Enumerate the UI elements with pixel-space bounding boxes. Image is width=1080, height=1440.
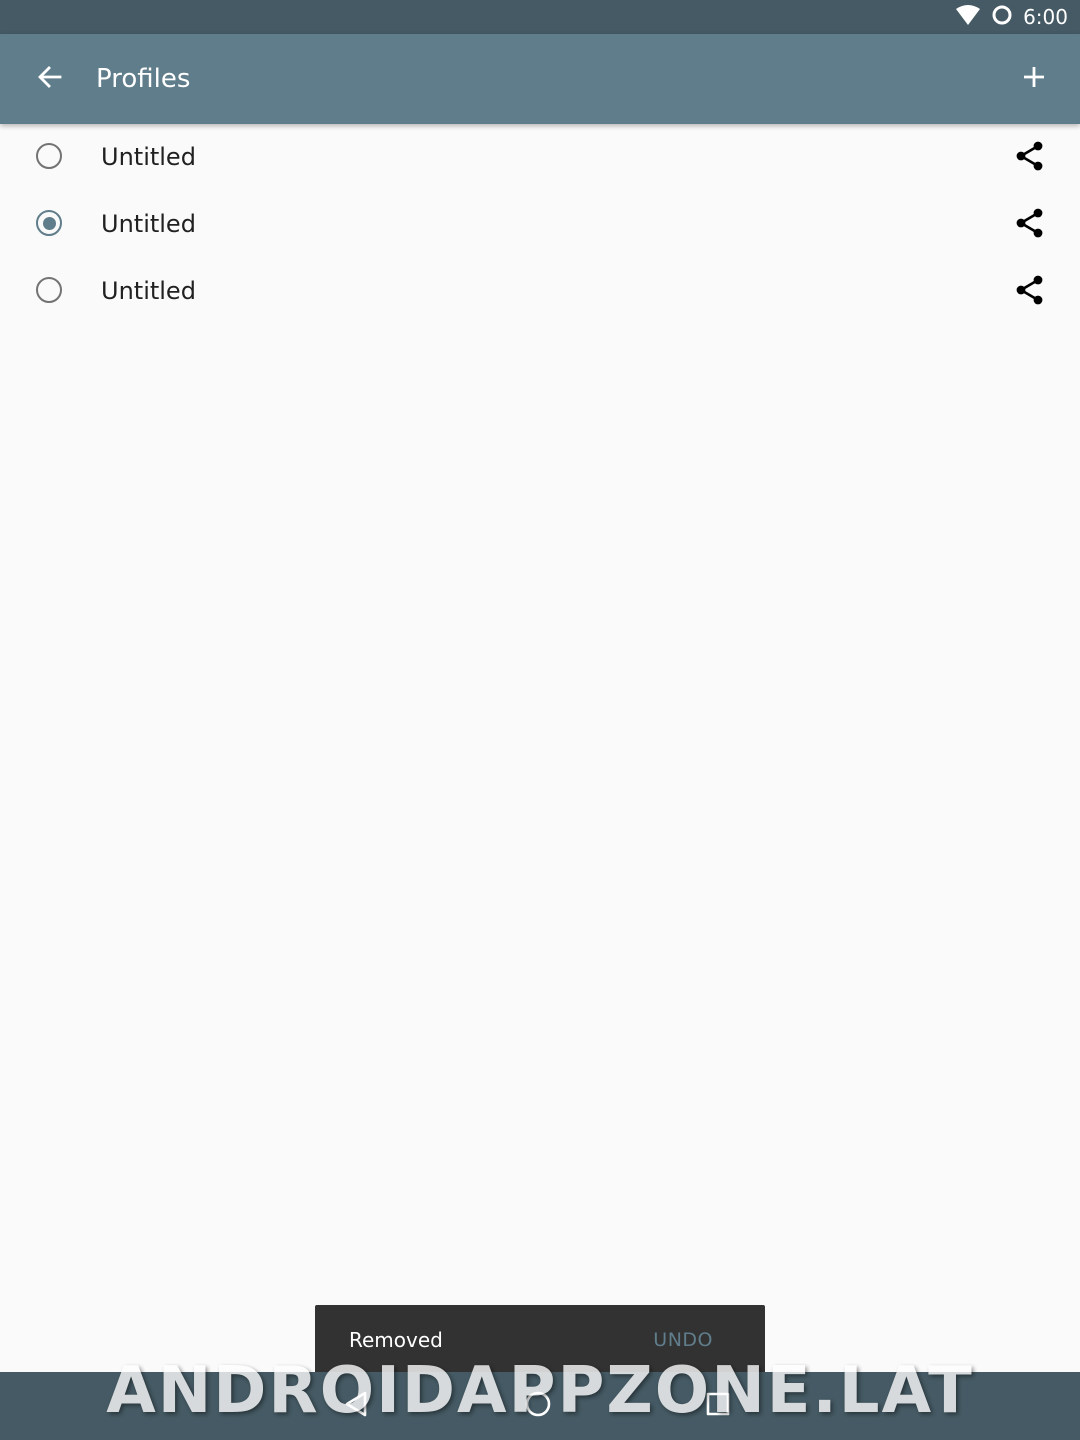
profile-item[interactable]: Untitled — [0, 258, 1080, 325]
profile-radio[interactable] — [36, 143, 62, 169]
share-icon — [1015, 274, 1045, 311]
share-icon — [1015, 140, 1045, 177]
profile-item[interactable]: Untitled — [0, 124, 1080, 191]
page-title: Profiles — [96, 64, 191, 94]
sync-circle-icon — [991, 4, 1013, 31]
share-icon — [1015, 207, 1045, 244]
radio-dot — [42, 216, 56, 230]
profile-item[interactable]: Untitled — [0, 191, 1080, 258]
snackbar: Removed UNDO — [315, 1305, 765, 1375]
arrow-back-icon — [36, 63, 64, 96]
share-button[interactable] — [1006, 268, 1054, 316]
add-profile-button[interactable] — [1010, 55, 1058, 103]
home-circle-icon — [523, 1389, 553, 1424]
profile-radio[interactable] — [36, 277, 62, 303]
back-triangle-icon — [341, 1389, 371, 1424]
plus-icon — [1022, 65, 1046, 94]
profile-name: Untitled — [101, 210, 196, 238]
nav-home-button[interactable] — [514, 1382, 562, 1430]
status-icons: 6:00 — [955, 0, 1068, 34]
snackbar-message: Removed — [349, 1328, 443, 1352]
share-button[interactable] — [1006, 134, 1054, 182]
status-bar: 6:00 — [0, 0, 1080, 34]
nav-recents-button[interactable] — [694, 1382, 742, 1430]
profile-name: Untitled — [101, 143, 196, 171]
nav-back-button[interactable] — [332, 1382, 380, 1430]
recents-square-icon — [703, 1389, 733, 1424]
profile-list: Untitled Untitled Untitled — [0, 124, 1080, 325]
profile-name: Untitled — [101, 277, 196, 305]
profile-radio[interactable] — [36, 210, 62, 236]
undo-button[interactable]: UNDO — [653, 1305, 713, 1375]
back-button[interactable] — [26, 55, 74, 103]
status-time: 6:00 — [1023, 5, 1068, 29]
share-button[interactable] — [1006, 201, 1054, 249]
navigation-bar — [0, 1372, 1080, 1440]
app-bar: Profiles — [0, 34, 1080, 124]
wifi-icon — [955, 4, 981, 31]
